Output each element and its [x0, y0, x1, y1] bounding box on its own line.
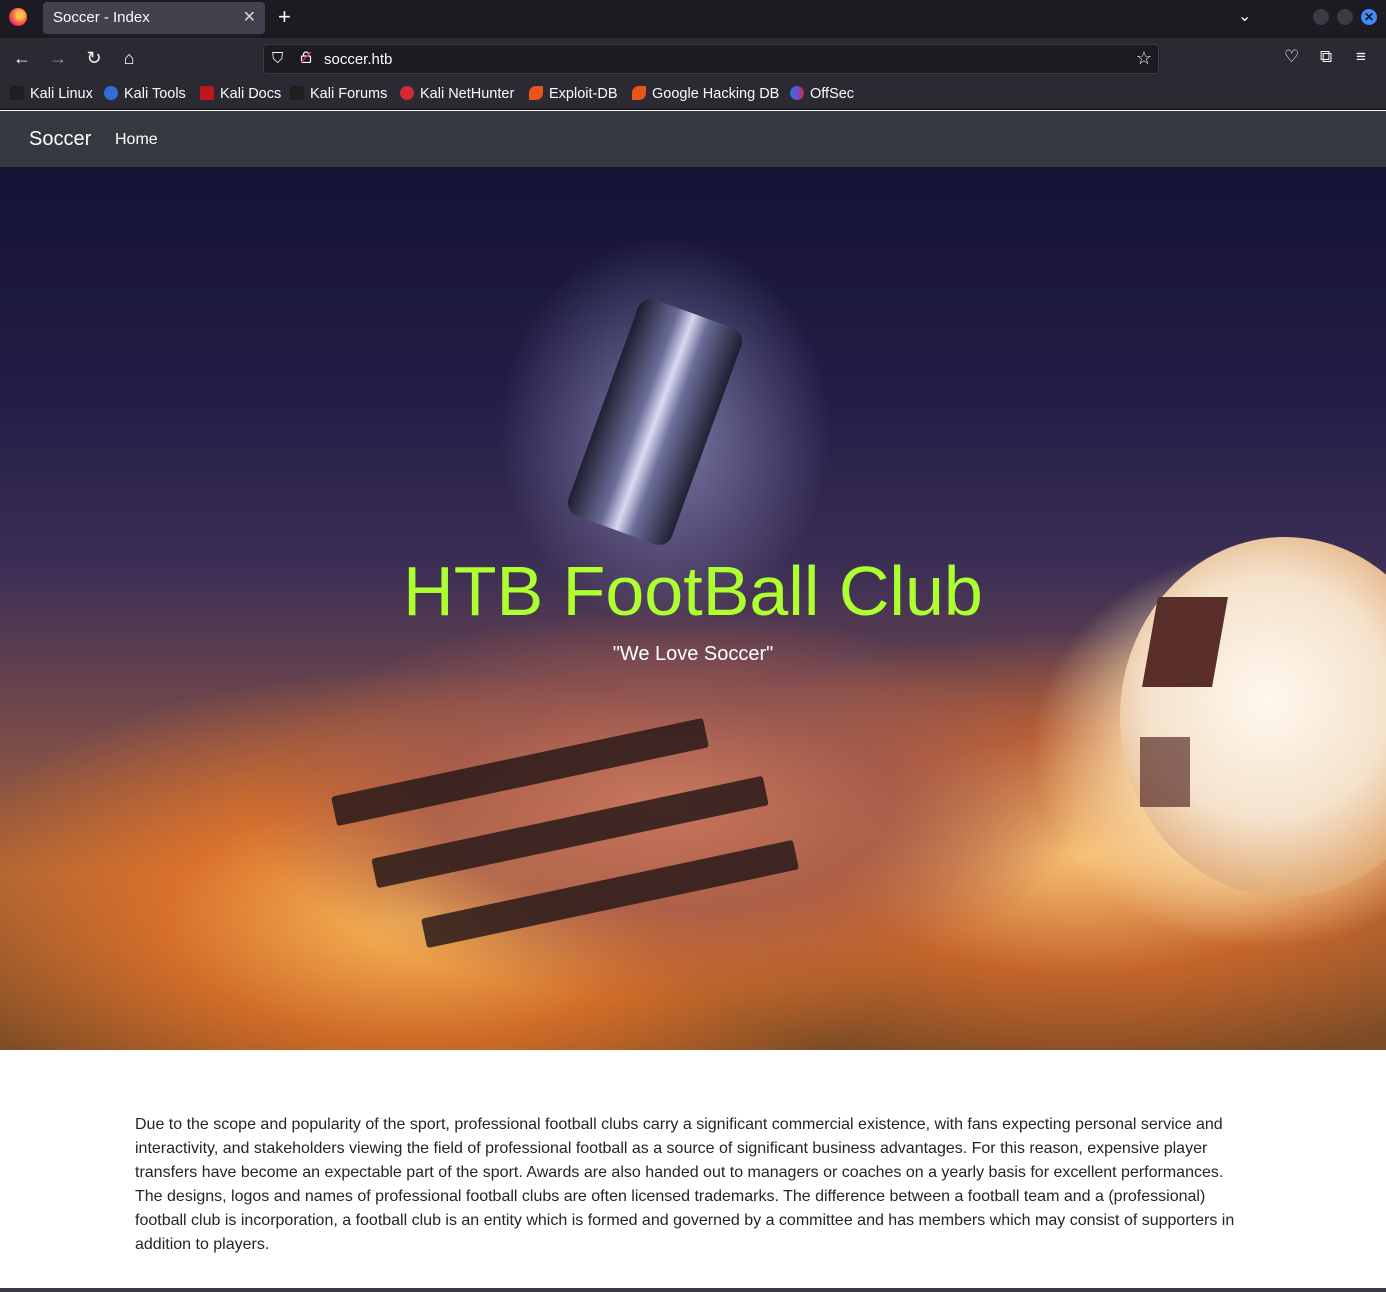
tab-soccer-index[interactable]: Soccer - Index ✕	[43, 2, 265, 34]
address-bar[interactable]: ⛉ soccer.htb ☆	[263, 44, 1159, 74]
home-icon[interactable]: ⌂	[118, 48, 140, 69]
bookmark-kali-forums[interactable]: Kali Forums	[290, 86, 387, 102]
kali-dragon-icon	[10, 86, 24, 100]
maximize-window-button[interactable]	[1337, 9, 1353, 25]
url-text: soccer.htb	[324, 51, 393, 68]
bookmark-google-hacking-db[interactable]: Google Hacking DB	[632, 86, 779, 102]
pocket-icon[interactable]: ♡	[1284, 47, 1299, 67]
hero-background-image	[563, 295, 747, 549]
site-brand-link[interactable]: Soccer	[29, 128, 91, 151]
tab-close-icon[interactable]: ✕	[243, 7, 256, 27]
offsec-icon	[790, 86, 804, 100]
ghdb-icon	[632, 86, 646, 100]
body-paragraph: Due to the scope and popularity of the s…	[135, 1116, 1235, 1253]
navigation-toolbar: ← → ↻ ⌂ ⛉ soccer.htb ☆ ♡ ⧉ ≡	[0, 38, 1386, 80]
reload-icon[interactable]: ↻	[83, 48, 105, 69]
bookmark-kali-docs[interactable]: Kali Docs	[200, 86, 281, 102]
hero-banner: HTB FootBall Club "We Love Soccer"	[0, 167, 1386, 1050]
bookmark-star-icon[interactable]: ☆	[1136, 48, 1152, 69]
app-menu-icon[interactable]: ≡	[1356, 47, 1366, 67]
new-tab-button[interactable]: +	[278, 4, 291, 30]
close-window-button[interactable]: ✕	[1361, 9, 1377, 25]
kali-nethunter-icon	[400, 86, 414, 100]
firefox-logo-icon	[9, 8, 27, 26]
list-all-tabs-button[interactable]: ⌄	[1238, 6, 1251, 26]
tracking-protection-shield-icon[interactable]: ⛉	[272, 50, 283, 67]
back-arrow-icon[interactable]: ←	[11, 48, 33, 69]
hero-subtitle: "We Love Soccer"	[612, 643, 774, 665]
bookmark-kali-nethunter[interactable]: Kali NetHunter	[400, 86, 514, 102]
bookmarks-toolbar: Kali Linux Kali Tools Kali Docs Kali For…	[0, 80, 1386, 110]
nav-home-link[interactable]: Home	[115, 131, 158, 149]
bookmark-exploit-db[interactable]: Exploit-DB	[529, 86, 618, 102]
kali-tools-icon	[104, 86, 118, 100]
minimize-window-button[interactable]	[1313, 9, 1329, 25]
forward-arrow-icon[interactable]: →	[47, 48, 69, 69]
bookmark-offsec[interactable]: OffSec	[790, 86, 854, 102]
tab-bar: Soccer - Index ✕ + ⌄ ✕	[0, 0, 1386, 38]
site-navbar: Soccer Home	[0, 111, 1386, 167]
kali-docs-icon	[200, 86, 214, 100]
insecure-lock-icon[interactable]	[300, 51, 312, 63]
tab-title: Soccer - Index	[53, 9, 150, 26]
extensions-icon[interactable]: ⧉	[1320, 47, 1332, 67]
hero-title: HTB FootBall Club	[403, 552, 983, 630]
kali-forums-icon	[290, 86, 304, 100]
bookmark-kali-tools[interactable]: Kali Tools	[104, 86, 186, 102]
bookmark-kali-linux[interactable]: Kali Linux	[10, 86, 93, 102]
window-bottom-edge	[0, 1288, 1386, 1292]
exploit-db-icon	[529, 86, 543, 100]
